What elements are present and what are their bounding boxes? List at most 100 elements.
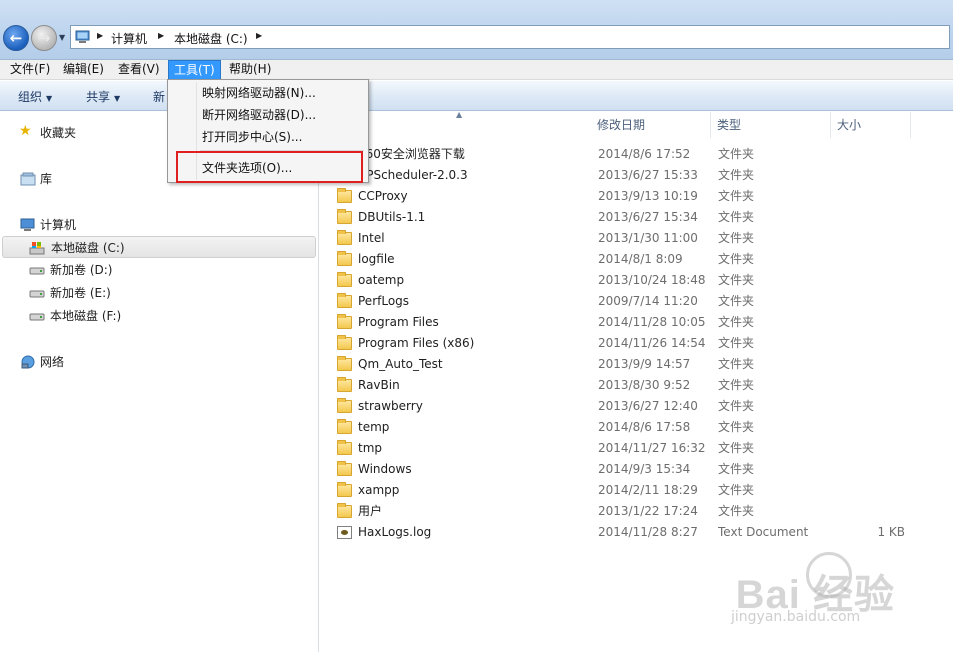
breadcrumb-separator-icon[interactable]: ▶: [97, 31, 103, 40]
share-label: 共享: [86, 90, 111, 104]
file-name: HaxLogs.log: [358, 525, 432, 539]
file-row[interactable]: PerfLogs 2009/7/14 11:20 文件夹: [333, 291, 933, 312]
file-date: 2014/8/6 17:52: [598, 147, 691, 161]
file-date: 2013/8/30 9:52: [598, 378, 691, 392]
menu-view[interactable]: 查看(V): [113, 60, 165, 80]
file-row[interactable]: CCProxy 2013/9/13 10:19 文件夹: [333, 186, 933, 207]
nav-drive-c[interactable]: 本地磁盘 (C:): [2, 236, 316, 258]
nav-drive-d[interactable]: 新加卷 (D:): [28, 259, 228, 281]
folder-icon: [337, 209, 352, 224]
file-name: CCProxy: [358, 189, 408, 203]
recent-pages-dropdown-icon[interactable]: ▼: [59, 33, 65, 42]
file-date: 2014/11/28 8:27: [598, 525, 698, 539]
breadcrumb-local-disk-c[interactable]: 本地磁盘 (C:): [174, 30, 248, 47]
library-icon: [20, 172, 36, 186]
file-row[interactable]: temp 2014/8/6 17:58 文件夹: [333, 417, 933, 438]
file-type: Text Document: [718, 525, 809, 539]
file-type: 文件夹: [718, 483, 755, 497]
file-row[interactable]: strawberry 2013/6/27 12:40 文件夹: [333, 396, 933, 417]
nav-computer[interactable]: 计算机: [18, 214, 218, 236]
breadcrumb-separator-icon[interactable]: ▶: [256, 31, 262, 40]
file-row[interactable]: 用户 2013/1/22 17:24 文件夹: [333, 501, 933, 522]
column-date-label: 修改日期: [597, 118, 646, 132]
file-date: 2013/1/30 11:00: [598, 231, 698, 245]
file-type: 文件夹: [718, 336, 755, 350]
computer-icon: [20, 218, 35, 231]
nav-drive-f[interactable]: 本地磁盘 (F:): [28, 305, 228, 327]
nav-computer-label: 计算机: [40, 218, 77, 232]
file-row[interactable]: Intel 2013/1/30 11:00 文件夹: [333, 228, 933, 249]
folder-icon: [337, 440, 352, 455]
file-type: 文件夹: [718, 357, 755, 371]
file-row[interactable]: APScheduler-2.0.3 2013/6/27 15:33 文件夹: [333, 165, 933, 186]
nav-drive-f-label: 本地磁盘 (F:): [50, 309, 122, 323]
menu-edit[interactable]: 编辑(E): [58, 60, 109, 80]
folder-icon: [337, 377, 352, 392]
file-row[interactable]: Qm_Auto_Test 2013/9/9 14:57 文件夹: [333, 354, 933, 375]
organize-button[interactable]: 组织 ▼: [18, 88, 52, 105]
new-folder-label: 新: [153, 90, 166, 104]
file-name: Windows: [358, 462, 412, 476]
forward-arrow-icon: →: [37, 29, 51, 47]
forward-button[interactable]: →: [31, 25, 57, 51]
folder-icon: [337, 461, 352, 476]
file-row[interactable]: Windows 2014/9/3 15:34 文件夹: [333, 459, 933, 480]
menu-file[interactable]: 文件(F): [5, 60, 55, 80]
file-name: temp: [358, 420, 390, 434]
share-button[interactable]: 共享 ▼: [86, 88, 120, 105]
file-row[interactable]: RavBin 2013/8/30 9:52 文件夹: [333, 375, 933, 396]
file-date: 2014/11/26 14:54: [598, 336, 706, 350]
folder-icon: [337, 314, 352, 329]
nav-drive-e[interactable]: 新加卷 (E:): [28, 282, 228, 304]
file-row[interactable]: HaxLogs.log 2014/11/28 8:27 Text Document 1…: [333, 522, 933, 543]
nav-network[interactable]: 网络: [18, 351, 218, 373]
file-name: Program Files (x86): [358, 336, 475, 350]
column-header-type[interactable]: 类型: [711, 112, 831, 138]
file-type: 文件夹: [718, 315, 755, 329]
new-folder-button[interactable]: 新: [153, 88, 165, 105]
back-button[interactable]: ←: [3, 25, 29, 51]
nav-favorites-label: 收藏夹: [40, 126, 77, 140]
system-drive-icon: [29, 242, 45, 255]
file-type: 文件夹: [718, 378, 755, 392]
file-row[interactable]: 360安全浏览器下载 2014/8/6 17:52 文件夹: [333, 144, 933, 165]
menu-tools[interactable]: 工具(T): [168, 60, 221, 80]
file-date: 2013/1/22 17:24: [598, 504, 698, 518]
file-row[interactable]: tmp 2014/11/27 16:32 文件夹: [333, 438, 933, 459]
file-row[interactable]: Program Files (x86) 2014/11/26 14:54 文件夹: [333, 333, 933, 354]
file-date: 2014/9/3 15:34: [598, 462, 691, 476]
menu-item-map-network-drive[interactable]: 映射网络驱动器(N)...: [170, 82, 366, 104]
file-type: 文件夹: [718, 231, 755, 245]
file-row[interactable]: oatemp 2013/10/24 18:48 文件夹: [333, 270, 933, 291]
file-row[interactable]: DBUtils-1.1 2013/6/27 15:34 文件夹: [333, 207, 933, 228]
file-name: Qm_Auto_Test: [358, 357, 443, 371]
column-header-date[interactable]: 修改日期: [591, 112, 711, 138]
address-bar[interactable]: ▶ 计算机 ▶ 本地磁盘 (C:) ▶: [70, 25, 950, 49]
file-row[interactable]: xampp 2014/2/11 18:29 文件夹: [333, 480, 933, 501]
file-date: 2013/6/27 12:40: [598, 399, 698, 413]
breadcrumb-computer[interactable]: 计算机: [111, 30, 147, 47]
file-row[interactable]: Program Files 2014/11/28 10:05 文件夹: [333, 312, 933, 333]
menu-help[interactable]: 帮助(H): [224, 60, 276, 80]
file-name: DBUtils-1.1: [358, 210, 426, 224]
sort-ascending-icon: ▲: [456, 110, 463, 119]
breadcrumb-separator-icon[interactable]: ▶: [158, 31, 164, 40]
navigation-pane: ★ 收藏夹 库 计算机 本地磁盘 (C:) 新加卷 (D:) 新加卷 (E:) …: [0, 112, 319, 652]
menu-item-disconnect-network-drive[interactable]: 断开网络驱动器(D)...: [170, 104, 366, 126]
folder-icon: [337, 293, 352, 308]
file-name: APScheduler-2.0.3: [358, 168, 468, 182]
menu-bar: 文件(F) 编辑(E) 查看(V) 工具(T) 帮助(H): [0, 60, 953, 80]
file-row[interactable]: logfile 2014/8/1 8:09 文件夹: [333, 249, 933, 270]
file-name: PerfLogs: [358, 294, 410, 308]
file-date: 2009/7/14 11:20: [598, 294, 698, 308]
file-date: 2013/6/27 15:33: [598, 168, 698, 182]
file-date: 2014/2/11 18:29: [598, 483, 698, 497]
file-type: 文件夹: [718, 168, 755, 182]
file-type: 文件夹: [718, 252, 755, 266]
file-date: 2013/10/24 18:48: [598, 273, 706, 287]
menu-item-open-sync-center[interactable]: 打开同步中心(S)...: [170, 126, 366, 148]
chevron-down-icon: ▼: [46, 94, 53, 103]
column-header-size[interactable]: 大小: [831, 112, 911, 138]
file-name: oatemp: [358, 273, 405, 287]
file-type: 文件夹: [718, 147, 755, 161]
